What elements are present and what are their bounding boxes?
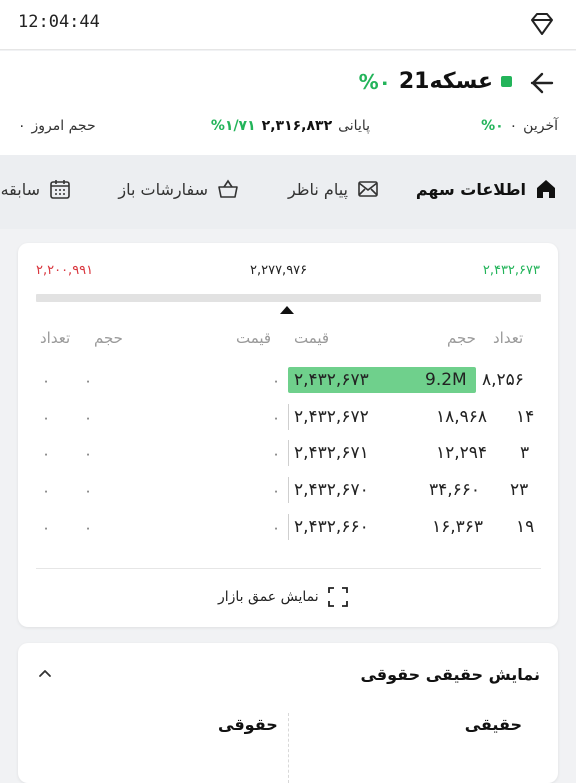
sell-price-header: قیمت bbox=[236, 329, 272, 347]
volume-value: ۰ bbox=[18, 118, 26, 134]
last-price-stat: آخرین ۰ %۰ bbox=[481, 118, 558, 134]
close-value: ۲,۳۱۶,۸۳۲ bbox=[261, 118, 333, 134]
real-legal-title: نمایش حقیقی حقوقی bbox=[360, 665, 540, 684]
sell-volume: ۰ bbox=[84, 372, 93, 390]
sell-volume-header: حجم bbox=[94, 329, 123, 347]
range-low: ۲,۲۰۰,۹۹۱ bbox=[36, 263, 94, 278]
sell-volume: ۰ bbox=[84, 409, 93, 427]
buy-count: ۳ bbox=[520, 443, 530, 463]
status-dot bbox=[501, 76, 512, 87]
sell-volume: ۰ bbox=[84, 482, 93, 500]
chevron-up-icon[interactable] bbox=[36, 665, 54, 683]
gem-icon[interactable] bbox=[528, 10, 556, 38]
back-arrow-icon[interactable] bbox=[528, 69, 556, 97]
sell-count: ۰ bbox=[42, 409, 51, 427]
tab-bar: اطلاعات سهم پیام ناظر سفارشات باز سابقه bbox=[0, 155, 576, 229]
close-label: پایانی bbox=[338, 118, 370, 134]
volume-stat: حجم امروز ۰ bbox=[18, 118, 96, 134]
close-pct: %۱/۷۱ bbox=[210, 118, 256, 134]
range-high: ۲,۴۳۲,۶۷۳ bbox=[482, 263, 540, 278]
mail-icon bbox=[358, 181, 378, 197]
buy-volume: ۳۴,۶۶۰ bbox=[429, 480, 481, 500]
column-divider bbox=[288, 713, 289, 783]
market-depth-button[interactable]: نمایش عمق بازار bbox=[218, 586, 349, 608]
buy-volume: ۱۸,۹۶۸ bbox=[436, 407, 488, 427]
tab-label: اطلاعات سهم bbox=[415, 179, 526, 199]
buy-volume-header: حجم bbox=[447, 329, 476, 347]
buy-price: ۲,۴۳۲,۶۷۳ bbox=[294, 370, 369, 390]
orderbook-row[interactable]: ۲,۴۳۲,۶۷۱ ۱۲,۲۹۴ ۳ ۰ ۰ ۰ bbox=[18, 439, 558, 469]
sell-price: ۰ bbox=[272, 445, 281, 463]
sell-count: ۰ bbox=[42, 445, 51, 463]
home-icon bbox=[537, 180, 555, 198]
orderbook-card: ۲,۴۳۲,۶۷۳ ۲,۲۷۷,۹۷۶ ۲,۲۰۰,۹۹۱ تعداد حجم … bbox=[18, 243, 558, 627]
orderbook-row[interactable]: ۲,۴۳۲,۶۷۲ ۱۸,۹۶۸ ۱۴ ۰ ۰ ۰ bbox=[18, 403, 558, 433]
tab-label: پیام ناظر bbox=[287, 179, 348, 199]
basket-icon bbox=[218, 179, 238, 198]
symbol-header: عسکه21 %۰ آخرین ۰ %۰ پایانی ۲,۳۱۶,۸۳۲ %۱… bbox=[0, 51, 576, 155]
tab-supervisor-message[interactable]: پیام ناظر bbox=[288, 177, 380, 201]
symbol-change-pct: %۰ bbox=[358, 69, 391, 94]
sell-price: ۰ bbox=[272, 409, 281, 427]
orderbook-row[interactable]: ۲,۴۳۲,۶۶۰ ۱۶,۳۶۳ ۱۹ ۰ ۰ ۰ bbox=[18, 513, 558, 543]
sell-volume: ۰ bbox=[84, 445, 93, 463]
tab-history[interactable]: سابقه bbox=[1, 177, 72, 201]
buy-count: ۱۹ bbox=[516, 517, 535, 537]
sell-count-header: تعداد bbox=[40, 329, 71, 347]
buy-price: ۲,۴۳۲,۶۶۰ bbox=[294, 517, 369, 537]
last-pct: %۰ bbox=[481, 118, 504, 134]
buy-volume: ۱۲,۲۹۴ bbox=[436, 443, 488, 463]
sell-volume: ۰ bbox=[84, 519, 93, 537]
tab-stock-info[interactable]: اطلاعات سهم bbox=[416, 177, 558, 201]
calendar-icon bbox=[50, 180, 70, 199]
last-label: آخرین bbox=[523, 118, 558, 134]
buy-volume: 9.2M bbox=[425, 370, 467, 390]
buy-price: ۲,۴۳۲,۶۷۲ bbox=[294, 407, 369, 427]
sell-count: ۰ bbox=[42, 372, 51, 390]
buy-volume: ۱۶,۳۶۳ bbox=[432, 517, 484, 537]
range-mid: ۲,۲۷۷,۹۷۶ bbox=[250, 263, 308, 278]
buy-price: ۲,۴۳۲,۶۷۰ bbox=[294, 480, 369, 500]
sell-price: ۰ bbox=[272, 519, 281, 537]
tab-label: سفارشات باز bbox=[118, 179, 208, 199]
buy-price: ۲,۴۳۲,۶۷۱ bbox=[294, 443, 369, 463]
expand-icon bbox=[327, 587, 348, 607]
close-price-stat: پایانی ۲,۳۱۶,۸۳۲ %۱/۷۱ bbox=[211, 118, 370, 134]
clock: 12:04:44 bbox=[18, 12, 100, 32]
symbol-name: عسکه21 bbox=[398, 69, 493, 94]
range-marker-icon bbox=[280, 306, 294, 314]
sell-count: ۰ bbox=[42, 519, 51, 537]
real-column-header: حقیقی bbox=[464, 715, 522, 734]
buy-count-header: تعداد bbox=[493, 329, 524, 347]
last-value: ۰ bbox=[509, 118, 518, 134]
status-bar: 12:04:44 bbox=[0, 0, 576, 50]
tab-label: سابقه bbox=[0, 179, 40, 199]
price-range-bar bbox=[36, 294, 541, 302]
tab-open-orders[interactable]: سفارشات باز bbox=[118, 177, 240, 201]
symbol-title: عسکه21 %۰ bbox=[359, 69, 512, 94]
buy-price-header: قیمت bbox=[294, 329, 330, 347]
sell-price: ۰ bbox=[272, 372, 281, 390]
divider bbox=[36, 568, 541, 569]
buy-count: ۱۴ bbox=[516, 407, 535, 427]
sell-price: ۰ bbox=[272, 482, 281, 500]
orderbook-row[interactable]: ۲,۴۳۲,۶۷۳ 9.2M ۸,۲۵۶ ۰ ۰ ۰ bbox=[18, 366, 558, 396]
buy-count: ۸,۲۵۶ bbox=[482, 370, 524, 390]
market-depth-label: نمایش عمق بازار bbox=[218, 589, 319, 605]
buy-count: ۲۳ bbox=[510, 480, 529, 500]
orderbook-row[interactable]: ۲,۴۳۲,۶۷۰ ۳۴,۶۶۰ ۲۳ ۰ ۰ ۰ bbox=[18, 476, 558, 506]
volume-label: حجم امروز bbox=[31, 118, 96, 134]
real-legal-card: نمایش حقیقی حقوقی حقیقی حقوقی bbox=[18, 643, 558, 783]
legal-column-header: حقوقی bbox=[218, 715, 278, 734]
sell-count: ۰ bbox=[42, 482, 51, 500]
